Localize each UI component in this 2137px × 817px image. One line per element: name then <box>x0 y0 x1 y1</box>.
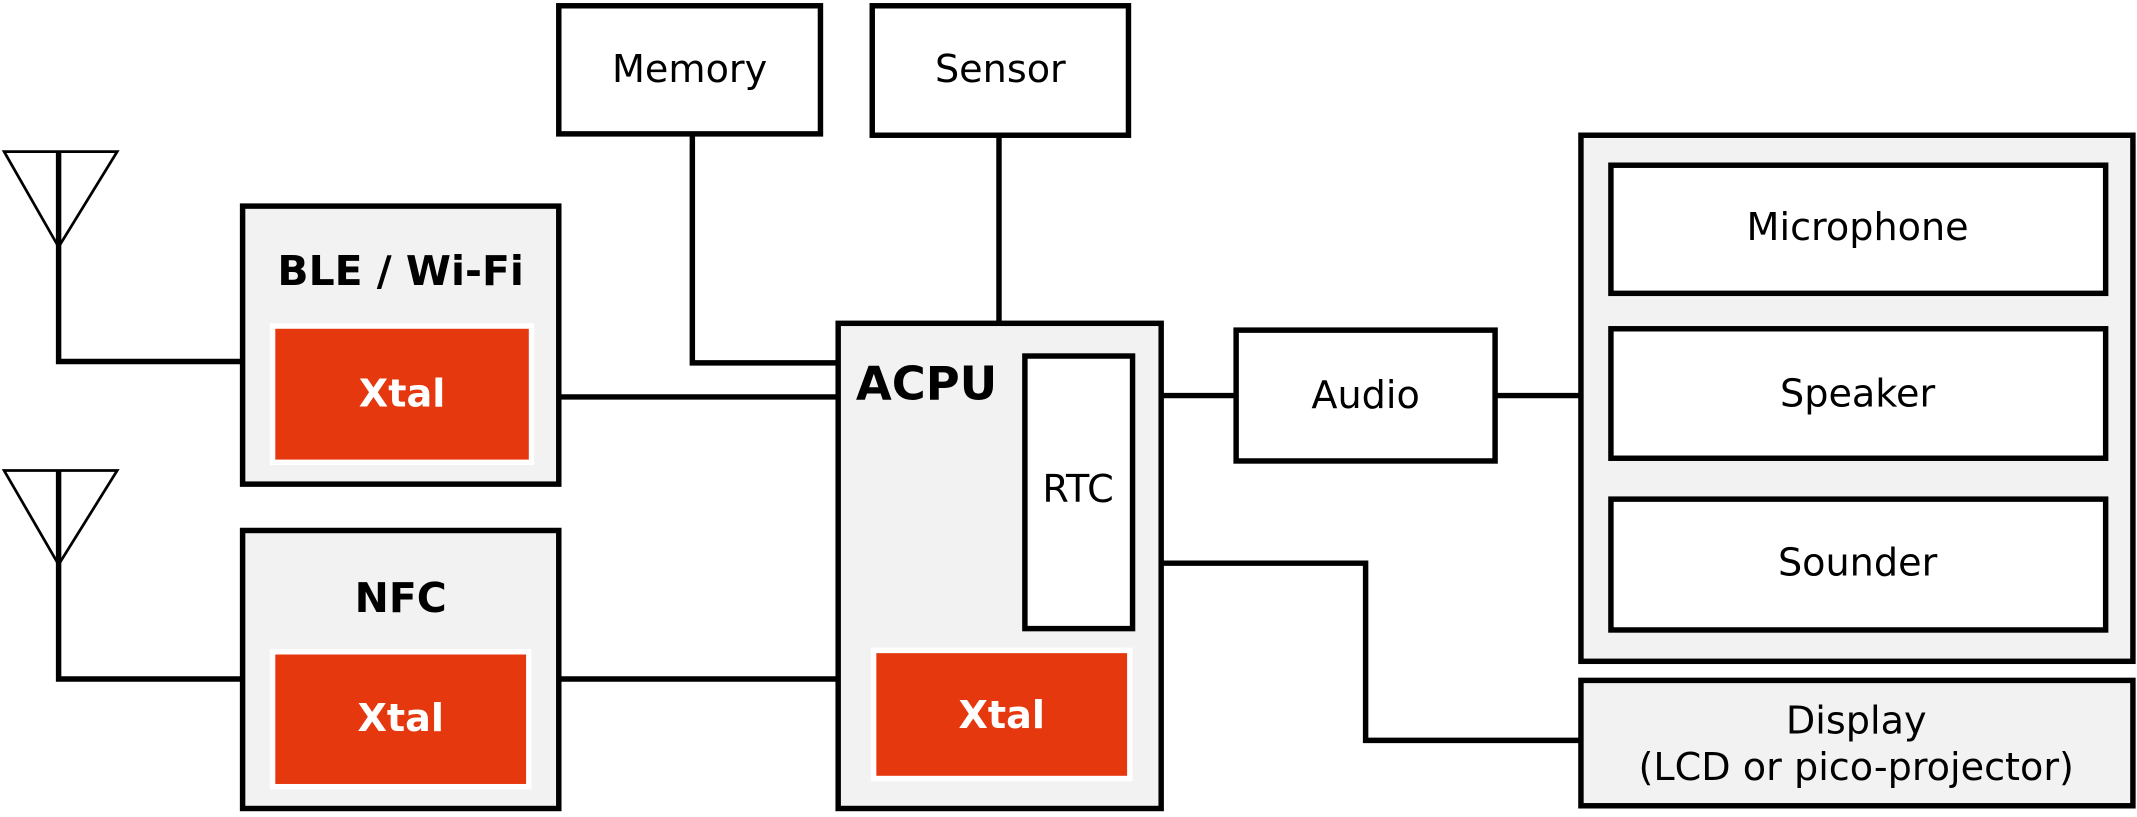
nfc-label: NFC <box>355 574 447 622</box>
xtal-label: Xtal <box>357 696 444 740</box>
memory-acpu-line <box>689 133 839 366</box>
acpu-label: ACPU <box>856 357 997 411</box>
speaker-label: Speaker <box>1780 371 1936 415</box>
display-sublabel: (LCD or pico-projector) <box>1639 745 2074 789</box>
microphone-label: Microphone <box>1747 205 1969 249</box>
display-label: Display <box>1786 699 1927 743</box>
audio-label: Audio <box>1311 373 1419 417</box>
memory-block: Memory <box>556 3 824 137</box>
sensor-label: Sensor <box>935 47 1066 91</box>
display-block: Display (LCD or pico-projector) <box>1578 677 2136 809</box>
ble-wifi-label: BLE / Wi-Fi <box>277 247 524 295</box>
rtc-label: RTC <box>1042 467 1113 511</box>
antenna-1-feed-line <box>55 151 243 365</box>
xtal-label: Xtal <box>359 371 446 415</box>
antenna-2-feed-line <box>55 470 243 682</box>
audio-devices-group: Microphone Speaker Sounder <box>1578 132 2136 665</box>
xtal-label: Xtal <box>958 693 1045 737</box>
acpu-block: ACPU RTC Xtal <box>835 320 1164 812</box>
nfc-block: NFC Xtal <box>239 527 562 812</box>
ble-wifi-block: BLE / Wi-Fi Xtal <box>239 203 562 487</box>
sensor-block: Sensor <box>869 3 1132 138</box>
audio-block: Audio <box>1233 327 1498 464</box>
acpu-display-line <box>1161 560 1581 744</box>
sounder-label: Sounder <box>1778 540 1938 584</box>
memory-label: Memory <box>612 47 767 91</box>
block-diagram: Memory Sensor BLE / Wi-Fi Xtal NFC Xtal … <box>1 3 2136 812</box>
